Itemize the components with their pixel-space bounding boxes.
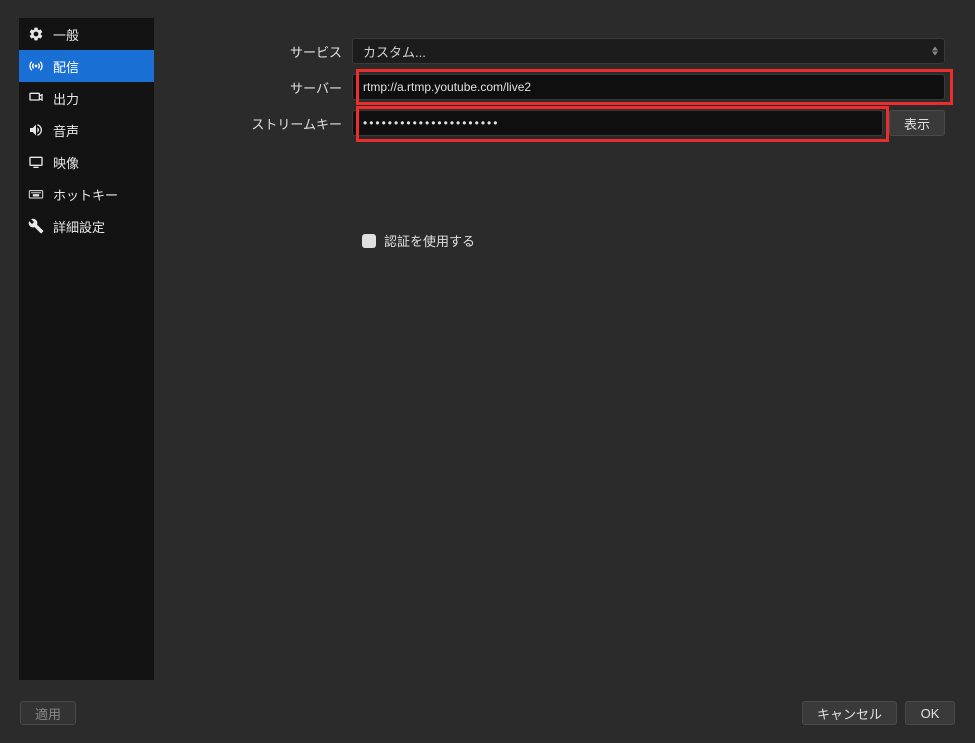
sidebar-item-stream[interactable]: 配信 bbox=[19, 50, 154, 82]
ok-button[interactable]: OK bbox=[905, 701, 955, 725]
server-label: サーバー bbox=[164, 78, 352, 97]
sidebar-item-label: 詳細設定 bbox=[53, 217, 105, 236]
show-streamkey-button[interactable]: 表示 bbox=[889, 110, 945, 136]
sidebar-item-label: 出力 bbox=[53, 89, 79, 108]
cancel-button[interactable]: キャンセル bbox=[802, 701, 897, 725]
video-icon bbox=[27, 153, 45, 171]
tools-icon bbox=[27, 217, 45, 235]
output-icon bbox=[27, 89, 45, 107]
sidebar-item-label: 配信 bbox=[53, 57, 79, 76]
settings-content: サービス カスタム... サーバー ストリームキー 表示 bbox=[154, 18, 975, 680]
apply-button[interactable]: 適用 bbox=[20, 701, 76, 725]
sidebar-item-label: 一般 bbox=[53, 25, 79, 44]
settings-sidebar: 一般 配信 出力 音声 映像 bbox=[19, 18, 154, 680]
streamkey-input[interactable] bbox=[352, 110, 883, 136]
sidebar-item-label: ホットキー bbox=[53, 185, 118, 204]
sidebar-item-general[interactable]: 一般 bbox=[19, 18, 154, 50]
sidebar-item-hotkeys[interactable]: ホットキー bbox=[19, 178, 154, 210]
sidebar-item-advanced[interactable]: 詳細設定 bbox=[19, 210, 154, 242]
sidebar-item-output[interactable]: 出力 bbox=[19, 82, 154, 114]
sidebar-item-label: 音声 bbox=[53, 121, 79, 140]
keyboard-icon bbox=[27, 185, 45, 203]
sidebar-item-audio[interactable]: 音声 bbox=[19, 114, 154, 146]
service-value: カスタム... bbox=[363, 42, 426, 61]
auth-checkbox-label: 認証を使用する bbox=[384, 231, 475, 250]
streamkey-label: ストリームキー bbox=[164, 114, 352, 133]
server-input[interactable] bbox=[352, 74, 945, 100]
audio-icon bbox=[27, 121, 45, 139]
footer: 適用 キャンセル OK bbox=[0, 701, 975, 725]
service-label: サービス bbox=[164, 42, 352, 61]
sidebar-item-label: 映像 bbox=[53, 153, 79, 172]
sidebar-item-video[interactable]: 映像 bbox=[19, 146, 154, 178]
dropdown-arrows-icon bbox=[932, 47, 938, 56]
gear-icon bbox=[27, 25, 45, 43]
broadcast-icon bbox=[27, 57, 45, 75]
auth-checkbox[interactable] bbox=[362, 234, 376, 248]
service-select[interactable]: カスタム... bbox=[352, 38, 945, 64]
